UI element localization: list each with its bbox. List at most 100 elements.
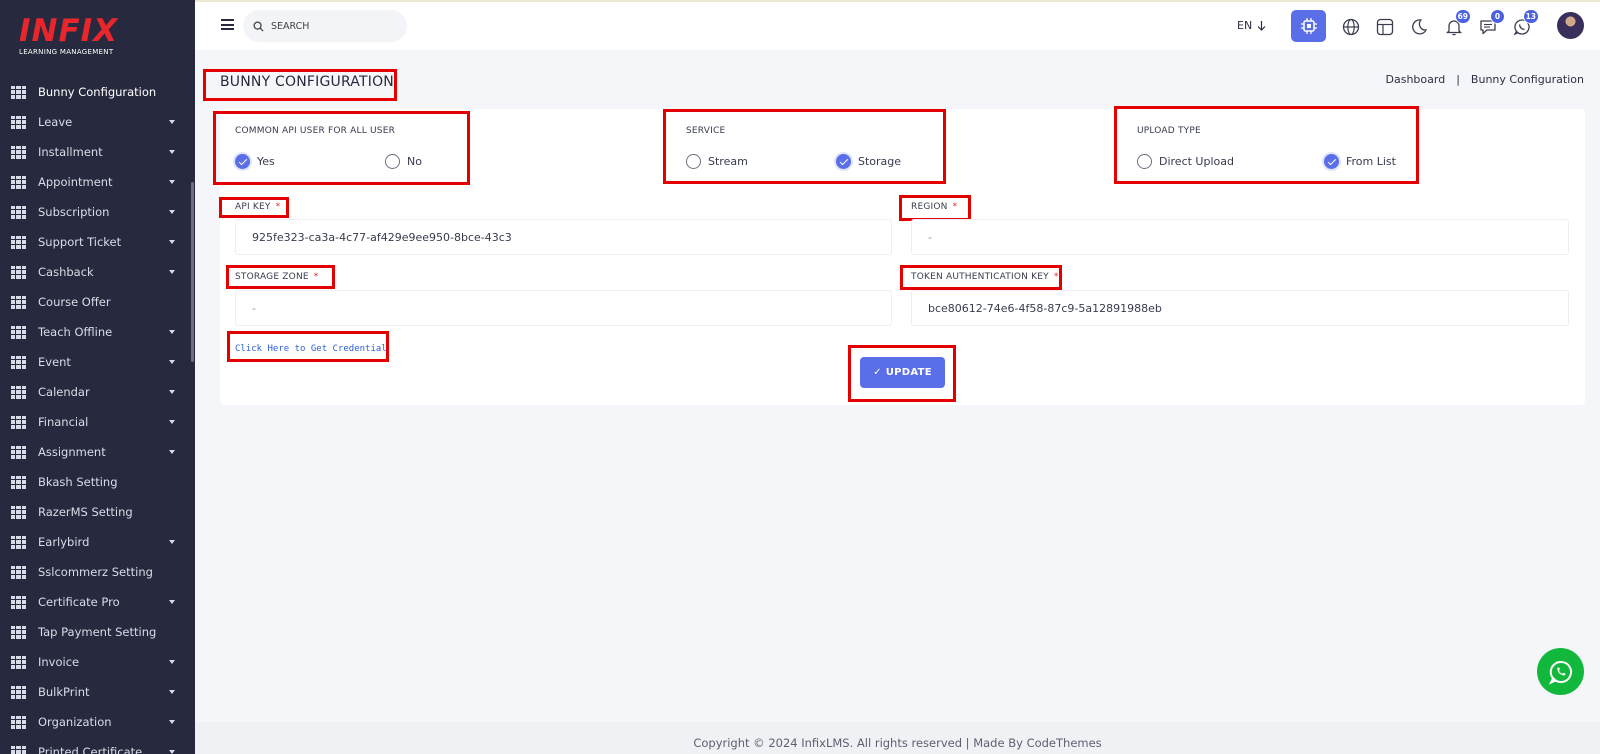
- common-api-no-label: No: [407, 155, 422, 168]
- sidebar-item[interactable]: Tap Payment Setting: [0, 617, 195, 647]
- globe-icon[interactable]: [1340, 16, 1362, 38]
- sidebar-item-label: Subscription: [38, 205, 110, 219]
- brand-logo[interactable]: INFIX LEARNING MANAGEMENT: [0, 0, 195, 77]
- sidebar-item[interactable]: Leave: [0, 107, 195, 137]
- sidebar-item-label: Tap Payment Setting: [38, 625, 157, 639]
- caret-down-icon: [169, 390, 175, 394]
- search-icon: [253, 20, 264, 32]
- radio-unchecked-icon: [1137, 154, 1152, 169]
- required-marker: *: [313, 272, 319, 282]
- sidebar-nav: Bunny Configuration Leave Installment Appoi…: [0, 77, 195, 754]
- sidebar-item[interactable]: Support Ticket: [0, 227, 195, 257]
- sidebar-item[interactable]: Course Offer: [0, 287, 195, 317]
- menu-toggle-icon[interactable]: [221, 19, 234, 30]
- radio-unchecked-icon: [385, 154, 400, 169]
- sidebar-item[interactable]: Organization: [0, 707, 195, 737]
- caret-down-icon: [169, 660, 175, 664]
- sidebar-item[interactable]: Calendar: [0, 377, 195, 407]
- grid-icon: [11, 475, 26, 489]
- caret-down-icon: [169, 750, 175, 754]
- service-storage-radio[interactable]: Storage: [836, 154, 901, 169]
- sidebar-item[interactable]: Appointment: [0, 167, 195, 197]
- region-label: REGION *: [911, 202, 957, 212]
- page-title: BUNNY CONFIGURATION: [220, 74, 394, 90]
- layout-icon[interactable]: [1374, 16, 1396, 38]
- sidebar-item[interactable]: Financial: [0, 407, 195, 437]
- sidebar-item[interactable]: Printed Certificate: [0, 737, 195, 754]
- sidebar: INFIX LEARNING MANAGEMENT Bunny Configur…: [0, 0, 195, 754]
- language-label: EN: [1237, 19, 1253, 32]
- sidebar-item[interactable]: Subscription: [0, 197, 195, 227]
- sidebar-item-label: Sslcommerz Setting: [38, 565, 153, 579]
- messages-icon[interactable]: 0: [1477, 9, 1505, 38]
- sidebar-item[interactable]: Bkash Setting: [0, 467, 195, 497]
- get-credential-link[interactable]: Click Here to Get Credential: [235, 344, 387, 354]
- api-key-label-text: API KEY: [235, 202, 271, 212]
- sidebar-scrollbar[interactable]: [191, 182, 194, 362]
- user-avatar[interactable]: [1557, 12, 1584, 39]
- service-storage-label: Storage: [858, 155, 902, 168]
- sidebar-item-label: Calendar: [38, 385, 90, 399]
- required-marker: *: [275, 202, 281, 212]
- sidebar-item[interactable]: Certificate Pro: [0, 587, 195, 617]
- upload-direct-label: Direct Upload: [1159, 155, 1234, 168]
- region-label-text: REGION: [911, 202, 948, 212]
- grid-icon: [11, 565, 26, 579]
- sidebar-item[interactable]: BulkPrint: [0, 677, 195, 707]
- settings-button[interactable]: [1291, 10, 1326, 42]
- region-input[interactable]: [911, 219, 1569, 255]
- grid-icon: [11, 415, 26, 429]
- token-key-label-text: TOKEN AUTHENTICATION KEY: [911, 272, 1049, 282]
- upload-from-list-radio[interactable]: From List: [1324, 154, 1396, 169]
- sidebar-item[interactable]: Installment: [0, 137, 195, 167]
- whatsapp-floating-button[interactable]: [1537, 648, 1584, 695]
- common-api-no-radio[interactable]: No: [385, 154, 422, 169]
- radio-checked-icon: [235, 154, 250, 169]
- grid-icon: [11, 715, 26, 729]
- update-label: UPDATE: [885, 367, 932, 378]
- upload-direct-radio[interactable]: Direct Upload: [1137, 154, 1234, 169]
- search-box[interactable]: [243, 10, 407, 42]
- whatsapp-chat-icon[interactable]: 13: [1511, 9, 1539, 38]
- sidebar-item-label: Appointment: [38, 175, 113, 189]
- grid-icon: [11, 595, 26, 609]
- sidebar-item[interactable]: Cashback: [0, 257, 195, 287]
- grid-icon: [11, 115, 26, 129]
- service-stream-radio[interactable]: Stream: [686, 154, 748, 169]
- update-button[interactable]: ✓ UPDATE: [860, 357, 945, 388]
- token-key-input[interactable]: [911, 290, 1569, 326]
- notification-count-badge: 69: [1454, 9, 1471, 24]
- sidebar-item[interactable]: Invoice: [0, 647, 195, 677]
- grid-icon: [11, 535, 26, 549]
- whatsapp-count-badge: 13: [1522, 9, 1539, 24]
- api-key-label: API KEY *: [235, 202, 280, 212]
- brand-name: INFIX: [19, 13, 119, 49]
- service-title: SERVICE: [686, 126, 726, 136]
- breadcrumb-dashboard-link[interactable]: Dashboard: [1386, 73, 1446, 86]
- common-api-yes-label: Yes: [257, 155, 275, 168]
- sidebar-item[interactable]: RazerMS Setting: [0, 497, 195, 527]
- caret-down-icon: [169, 270, 175, 274]
- topbar: EN 69 0 13: [195, 0, 1600, 50]
- messages-count-badge: 0: [1490, 9, 1505, 24]
- sidebar-item[interactable]: Teach Offline: [0, 317, 195, 347]
- whatsapp-icon: [1548, 660, 1572, 685]
- sidebar-item[interactable]: Assignment: [0, 437, 195, 467]
- storage-zone-input[interactable]: [235, 290, 892, 326]
- storage-zone-label: STORAGE ZONE *: [235, 272, 318, 282]
- grid-icon: [11, 745, 26, 754]
- sidebar-item[interactable]: Bunny Configuration: [0, 77, 195, 107]
- grid-icon: [11, 385, 26, 399]
- notification-bell-icon[interactable]: 69: [1443, 9, 1471, 38]
- language-selector[interactable]: EN: [1237, 19, 1266, 32]
- grid-icon: [11, 175, 26, 189]
- sidebar-item[interactable]: Earlybird: [0, 527, 195, 557]
- dark-mode-moon-icon[interactable]: [1408, 16, 1430, 38]
- grid-icon: [11, 625, 26, 639]
- caret-down-icon: [169, 330, 175, 334]
- common-api-yes-radio[interactable]: Yes: [235, 154, 275, 169]
- sidebar-item[interactable]: Event: [0, 347, 195, 377]
- sidebar-item[interactable]: Sslcommerz Setting: [0, 557, 195, 587]
- search-input[interactable]: [271, 20, 391, 32]
- api-key-input[interactable]: [235, 219, 892, 255]
